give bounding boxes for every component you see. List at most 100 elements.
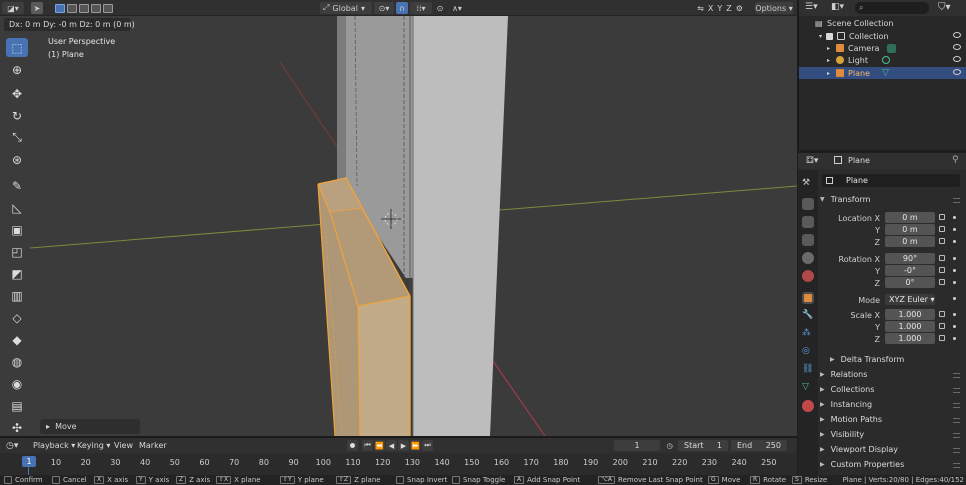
axis-z-toggle[interactable]: Z (726, 4, 731, 13)
rotation-y-field[interactable]: -0° (885, 265, 935, 276)
lock-icon[interactable] (939, 279, 945, 285)
axis-y-toggle[interactable]: Y (717, 4, 722, 13)
keyframe-dot-icon[interactable] (953, 297, 956, 300)
start-frame-field[interactable]: Start 1 (678, 440, 728, 451)
filter-icon[interactable]: ⛉▾ (938, 2, 952, 14)
select-intersect-icon[interactable] (103, 3, 113, 13)
last-operator-panel[interactable]: ▸ Move (40, 419, 140, 434)
panel-motion-paths[interactable]: ▶ Motion Paths (820, 415, 882, 424)
rotation-x-field[interactable]: 90° (885, 253, 935, 264)
outliner-search-input[interactable]: ⌕ (855, 2, 929, 14)
object-name-field[interactable]: Plane (822, 174, 960, 187)
lock-icon[interactable] (939, 255, 945, 261)
marker-menu[interactable]: Marker (139, 440, 167, 451)
proportional-edit-button[interactable]: ⊙ (434, 2, 446, 14)
scene-tab-icon[interactable] (802, 252, 814, 264)
move-icon[interactable]: ✥ (6, 84, 28, 103)
playback-menu[interactable]: Playback ▾ (33, 440, 75, 451)
expand-arrow-icon[interactable]: ▸ (827, 45, 830, 52)
shrink-fatten-icon[interactable]: ✣ (6, 418, 28, 436)
modifier-tab-icon[interactable]: 🔧 (802, 310, 814, 322)
render-tab-icon[interactable] (802, 198, 814, 210)
panel-grip-icon[interactable] (953, 433, 960, 438)
play-icon[interactable]: ▶ (398, 440, 409, 451)
panel-viewport-display[interactable]: ▶ Viewport Display (820, 445, 898, 454)
view-layer-tab-icon[interactable] (802, 234, 814, 246)
tool-tab-icon[interactable]: ⚒ (802, 178, 814, 190)
select-invert-icon[interactable] (91, 3, 101, 13)
particles-tab-icon[interactable]: ⁂ (802, 328, 814, 340)
expand-arrow-icon[interactable]: ▸ (827, 57, 830, 64)
jump-start-icon[interactable]: ⏮ (362, 440, 373, 451)
location-z-field[interactable]: 0 m (885, 236, 935, 247)
knife-icon[interactable]: ◇ (6, 308, 28, 327)
eye-icon[interactable] (953, 69, 961, 75)
selection-mode-buttons[interactable] (54, 2, 114, 14)
editor-type-menu[interactable]: ◪▾ (2, 2, 24, 14)
transform-panel-header[interactable]: ▼ Transform (820, 195, 870, 204)
eye-icon[interactable] (953, 32, 961, 38)
location-y-field[interactable]: 0 m (885, 224, 935, 235)
outliner-row-collection[interactable]: ▾ Collection (799, 30, 966, 42)
stopwatch-icon[interactable]: ◷ (664, 440, 675, 451)
transform-orientation-dropdown[interactable]: ⤢ Global ▾ (320, 2, 372, 14)
rotate-icon[interactable]: ↻ (6, 106, 28, 125)
lock-icon[interactable] (939, 226, 945, 232)
measure-icon[interactable]: ◺ (6, 198, 28, 217)
physics-tab-icon[interactable]: ◎ (802, 346, 814, 358)
axis-x-toggle[interactable]: X (708, 4, 713, 13)
annotate-icon[interactable]: ✎ (6, 176, 28, 195)
keying-menu[interactable]: Keying ▾ (77, 440, 110, 451)
keyframe-dot-icon[interactable] (953, 325, 956, 328)
eye-icon[interactable] (953, 56, 961, 62)
options-dropdown[interactable]: Options ▾ (755, 2, 793, 14)
constraints-tab-icon[interactable]: ⛓ (802, 364, 814, 376)
keyframe-dot-icon[interactable] (953, 269, 956, 272)
panel-grip-icon[interactable] (953, 403, 960, 408)
select-subtract-icon[interactable] (79, 3, 89, 13)
outliner-editor-icon[interactable]: ☰▾ (805, 2, 818, 12)
play-reverse-icon[interactable]: ◀ (386, 440, 397, 451)
bevel-icon[interactable]: ◩ (6, 264, 28, 283)
poly-build-icon[interactable]: ◆ (6, 330, 28, 349)
keyframe-dot-icon[interactable] (953, 313, 956, 316)
panel-visibility[interactable]: ▶ Visibility (820, 430, 864, 439)
lock-icon[interactable] (939, 214, 945, 220)
data-tab-icon[interactable]: ▽ (802, 382, 814, 394)
cursor-icon[interactable]: ⊕ (6, 60, 28, 79)
scale-x-field[interactable]: 1.000 (885, 309, 935, 320)
panel-collections[interactable]: ▶ Collections (820, 385, 874, 394)
lock-icon[interactable] (939, 311, 945, 317)
scale-y-field[interactable]: 1.000 (885, 321, 935, 332)
panel-grip-icon[interactable] (953, 448, 960, 453)
edge-slide-icon[interactable]: ▤ (6, 396, 28, 415)
panel-custom-properties[interactable]: ▶ Custom Properties (820, 460, 904, 469)
rotation-z-field[interactable]: 0° (885, 277, 935, 288)
outliner-row-plane[interactable]: ▸ Plane ▽ (799, 67, 966, 79)
world-tab-icon[interactable] (802, 270, 814, 282)
keyframe-dot-icon[interactable] (953, 281, 956, 284)
jump-end-icon[interactable]: ⏭ (422, 440, 433, 451)
3d-viewport[interactable]: User Perspective (1) Plane ⬚ ⊕ ✥ ↻ ⤡ ⊛ ✎… (0, 16, 797, 436)
expand-arrow-icon[interactable]: ▸ (827, 70, 830, 77)
proportional-falloff-dropdown[interactable]: ∧▾ (448, 2, 466, 14)
keyframe-dot-icon[interactable] (953, 337, 956, 340)
smooth-icon[interactable]: ◉ (6, 374, 28, 393)
pivot-point-dropdown[interactable]: ⊙▾ (374, 2, 394, 14)
timeline-editor-icon[interactable]: ◷▾ (6, 440, 18, 451)
snap-toggle-button[interactable]: ∩ (396, 2, 408, 14)
select-box-icon[interactable]: ⬚ (6, 38, 28, 57)
prev-keyframe-icon[interactable]: ⏪ (374, 440, 385, 451)
material-tab-icon[interactable] (802, 400, 814, 412)
lock-icon[interactable] (939, 323, 945, 329)
record-button[interactable] (347, 440, 358, 451)
inset-faces-icon[interactable]: ◰ (6, 242, 28, 261)
scale-z-field[interactable]: 1.000 (885, 333, 935, 344)
panel-grip-icon[interactable] (953, 463, 960, 468)
display-mode-icon[interactable]: ◧▾ (831, 2, 844, 12)
properties-editor-icon[interactable]: ⚃▾ (806, 156, 818, 166)
outliner-row-light[interactable]: ▸ Light (799, 54, 966, 66)
view-menu[interactable]: View (114, 440, 133, 451)
location-x-field[interactable]: 0 m (885, 212, 935, 223)
pin-icon[interactable]: ⚲ (952, 155, 959, 165)
